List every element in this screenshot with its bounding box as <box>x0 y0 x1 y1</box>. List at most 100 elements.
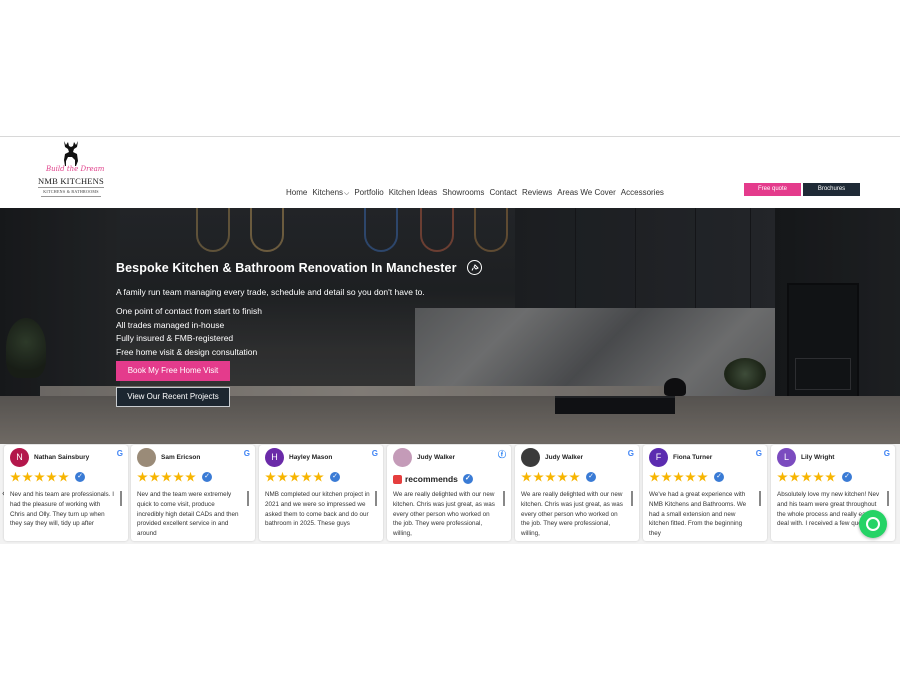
star-icon <box>661 471 672 482</box>
review-scrollbar[interactable] <box>759 491 761 506</box>
star-rating: ✓ <box>265 471 340 483</box>
nav-item-accessories[interactable]: Accessories <box>621 188 664 198</box>
review-card[interactable]: F Fiona Turner G ✓ We've had a great experie… <box>643 445 767 541</box>
nav-item-portfolio[interactable]: Portfolio <box>354 188 383 198</box>
review-card[interactable]: Judy Walker ⓕ recommends ✓ We are really del… <box>387 445 511 541</box>
star-rating: ✓ <box>777 471 852 483</box>
star-icon <box>277 471 288 482</box>
star-rating: ✓ <box>521 471 596 483</box>
site-header: Build the Dream NMB KITCHENS KITCHENS & … <box>0 137 900 208</box>
hero-bullet: Fully insured & FMB-registered <box>116 333 234 343</box>
star-icon <box>777 471 788 482</box>
hero-bullets: One point of contact from start to finis… <box>116 305 516 359</box>
google-icon: G <box>883 449 890 458</box>
star-icon <box>34 471 45 482</box>
avatar: L <box>777 448 796 467</box>
hero-title: Bespoke Kitchen & Bathroom Renovation In… <box>116 261 457 275</box>
avatar <box>137 448 156 467</box>
logo-script: Build the Dream <box>46 165 105 173</box>
review-card[interactable]: N Nathan Sainsbury G ✓ Nev and his team are … <box>4 445 128 541</box>
verified-icon: ✓ <box>75 472 85 482</box>
brochures-button[interactable]: Brochures <box>803 183 860 196</box>
reviewer-name: Hayley Mason <box>289 454 333 461</box>
avatar <box>393 448 412 467</box>
book-home-visit-button[interactable]: Book My Free Home Visit <box>116 361 230 381</box>
review-scrollbar[interactable] <box>120 491 122 506</box>
star-icon <box>185 471 196 482</box>
star-icon <box>289 471 300 482</box>
star-icon <box>301 471 312 482</box>
review-scrollbar[interactable] <box>375 491 377 506</box>
nav-item-reviews[interactable]: Reviews <box>522 188 552 198</box>
review-scrollbar[interactable] <box>503 491 505 506</box>
avatar: F <box>649 448 668 467</box>
google-icon: G <box>116 449 123 458</box>
verified-icon: ✓ <box>330 472 340 482</box>
star-icon <box>685 471 696 482</box>
hero-bullet: Free home visit & design consultation <box>116 346 258 357</box>
star-icon <box>161 471 172 482</box>
main-nav: Home Kitchens⌵ Portfolio Kitchen Ideas S… <box>286 188 664 198</box>
star-icon <box>801 471 812 482</box>
nav-item-kitchen-ideas[interactable]: Kitchen Ideas <box>389 188 437 198</box>
review-text: We are really delighted with our new kit… <box>393 491 495 538</box>
hero-section: Bespoke Kitchen & Bathroom Renovation In… <box>0 208 900 444</box>
stag-logo-icon <box>64 141 78 166</box>
nav-item-areas[interactable]: Areas We Cover <box>557 188 616 198</box>
star-icon <box>673 471 684 482</box>
hero-content: Bespoke Kitchen & Bathroom Renovation In… <box>116 259 516 407</box>
star-icon <box>825 471 836 482</box>
nav-item-showrooms[interactable]: Showrooms <box>442 188 484 198</box>
logo-subtitle: KITCHENS & BATHROOMS <box>38 187 104 194</box>
logo-name: NMB KITCHENS <box>38 176 104 186</box>
google-icon: G <box>627 449 634 458</box>
hero-bullet: All trades managed in-house <box>116 319 225 330</box>
recommends-label: recommends <box>405 474 458 484</box>
whatsapp-glyph <box>866 517 880 531</box>
review-card[interactable]: Judy Walker G ✓ We are really delighted wit… <box>515 445 639 541</box>
google-icon: G <box>371 449 378 458</box>
star-icon <box>265 471 276 482</box>
star-icon <box>569 471 580 482</box>
review-text: Nev and the team were extremely quick to… <box>137 491 239 538</box>
star-icon <box>58 471 69 482</box>
star-icon <box>313 471 324 482</box>
nav-item-kitchens-label: Kitchens <box>312 188 344 197</box>
star-icon <box>149 471 160 482</box>
view-projects-button[interactable]: View Our Recent Projects <box>116 387 230 407</box>
review-text: We are really delighted with our new kit… <box>521 491 623 538</box>
whatsapp-icon[interactable] <box>859 510 887 538</box>
recommend-icon <box>393 474 402 484</box>
reviews-carousel: ‹ › NNathan SainsburyG✓Nev and his team … <box>0 444 900 544</box>
reviewer-name: Judy Walker <box>545 454 584 461</box>
review-scrollbar[interactable] <box>247 491 249 506</box>
star-icon <box>545 471 556 482</box>
star-icon <box>173 471 184 482</box>
page: Build the Dream NMB KITCHENS KITCHENS & … <box>0 0 900 700</box>
review-text: We've had a great experience with NMB Ki… <box>649 491 747 538</box>
recommends-badge: recommends ✓ <box>393 474 473 484</box>
free-quote-button[interactable]: Free quote <box>744 183 801 196</box>
chat-bubble-icon[interactable] <box>467 260 483 276</box>
verified-icon: ✓ <box>462 474 473 484</box>
nav-item-home[interactable]: Home <box>286 188 307 198</box>
star-rating: ✓ <box>10 471 85 483</box>
nav-item-kitchens[interactable]: Kitchens⌵ <box>312 188 349 198</box>
review-card[interactable]: H Hayley Mason G ✓ NMB completed our kitchen… <box>259 445 383 541</box>
hero-bullet: One point of contact from start to finis… <box>116 306 262 316</box>
star-rating: ✓ <box>137 471 212 483</box>
star-icon <box>533 471 544 482</box>
star-icon <box>521 471 532 482</box>
reviewer-name: Nathan Sainsbury <box>34 454 90 461</box>
nav-item-contact[interactable]: Contact <box>489 188 517 198</box>
verified-icon: ✓ <box>714 472 724 482</box>
review-scrollbar[interactable] <box>887 491 889 506</box>
facebook-icon: ⓕ <box>498 450 506 459</box>
review-scrollbar[interactable] <box>631 491 633 506</box>
reviewer-name: Judy Walker <box>417 454 456 461</box>
reviewer-name: Lily Wright <box>801 454 835 461</box>
avatar <box>521 448 540 467</box>
star-icon <box>813 471 824 482</box>
review-card[interactable]: Sam Ericson G ✓ Nev and the team were extre… <box>131 445 255 541</box>
logo[interactable]: Build the Dream NMB KITCHENS KITCHENS & … <box>38 139 104 201</box>
